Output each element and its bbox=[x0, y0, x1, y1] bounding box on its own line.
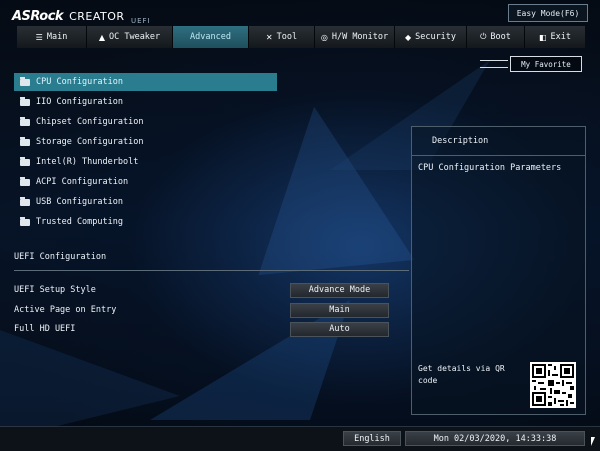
menu-item-usb-configuration[interactable]: USB Configuration bbox=[14, 193, 277, 211]
easy-mode-button[interactable]: Easy Mode(F6) bbox=[508, 4, 588, 22]
favorite-decoration bbox=[480, 60, 508, 68]
setting-label: Full HD UEFI bbox=[14, 324, 76, 334]
my-favorite-button[interactable]: My Favorite bbox=[510, 56, 582, 72]
menu-item-trusted-computing[interactable]: Trusted Computing bbox=[14, 213, 277, 231]
setting-label: Active Page on Entry bbox=[14, 305, 117, 315]
advanced-menu-list: CPU Configuration IIO Configuration Chip… bbox=[14, 73, 277, 233]
tab-exit[interactable]: ◧ Exit bbox=[525, 26, 585, 48]
folder-icon bbox=[20, 116, 30, 126]
full-hd-uefi-select[interactable]: Auto bbox=[290, 321, 389, 337]
tab-oc-tweaker[interactable]: ▲ OC Tweaker bbox=[87, 26, 173, 48]
qr-hint-text: Get details via QR code bbox=[418, 364, 505, 385]
menu-item-chipset-configuration[interactable]: Chipset Configuration bbox=[14, 113, 277, 131]
list-icon: ☰ bbox=[35, 32, 43, 42]
asrock-logo: ASRock bbox=[12, 8, 64, 24]
menu-item-label: ACPI Configuration bbox=[36, 177, 129, 187]
tab-advanced[interactable]: Advanced bbox=[173, 26, 249, 48]
uefi-label: UEFI bbox=[131, 17, 151, 25]
active-page-select[interactable]: Main bbox=[290, 302, 389, 318]
system-datetime: Mon 02/03/2020, 14:33:38 bbox=[405, 431, 585, 446]
setting-label: UEFI Setup Style bbox=[14, 285, 96, 295]
description-panel: Description CPU Configuration Parameters… bbox=[411, 126, 586, 415]
tab-hw-monitor[interactable]: ◎ H/W Monitor bbox=[315, 26, 395, 48]
menu-item-label: CPU Configuration bbox=[36, 77, 123, 87]
tab-label: OC Tweaker bbox=[108, 32, 161, 42]
tab-boot[interactable]: ⏻ Boot bbox=[467, 26, 525, 48]
tab-label: Main bbox=[46, 32, 68, 42]
brand-logo: ASRock CREATOR bbox=[12, 6, 125, 26]
menu-item-label: Storage Configuration bbox=[36, 137, 144, 147]
qr-code-icon bbox=[530, 362, 576, 408]
uefi-configuration-heading: UEFI Configuration bbox=[14, 252, 107, 262]
menu-item-storage-configuration[interactable]: Storage Configuration bbox=[14, 133, 277, 151]
folder-icon bbox=[20, 216, 30, 226]
tab-label: Security bbox=[415, 32, 457, 42]
tab-label: Tool bbox=[276, 32, 298, 42]
my-favorite-widget[interactable]: My Favorite bbox=[480, 54, 585, 74]
description-text: CPU Configuration Parameters bbox=[418, 163, 562, 173]
language-button[interactable]: English bbox=[343, 431, 401, 446]
top-tab-bar: ☰ Main ▲ OC Tweaker Advanced ✕ Tool ◎ H/… bbox=[17, 26, 585, 48]
tab-tool[interactable]: ✕ Tool bbox=[249, 26, 315, 48]
folder-icon bbox=[20, 176, 30, 186]
power-icon: ⏻ bbox=[480, 32, 487, 41]
menu-item-label: Trusted Computing bbox=[36, 217, 123, 227]
exit-icon: ◧ bbox=[538, 32, 547, 42]
tab-label: H/W Monitor bbox=[331, 32, 389, 42]
menu-item-label: IIO Configuration bbox=[36, 97, 123, 107]
setting-full-hd-uefi: Full HD UEFI Auto bbox=[14, 321, 394, 337]
tab-main[interactable]: ☰ Main bbox=[17, 26, 87, 48]
menu-item-acpi-configuration[interactable]: ACPI Configuration bbox=[14, 173, 277, 191]
tab-security[interactable]: ◆ Security bbox=[395, 26, 467, 48]
folder-icon bbox=[20, 156, 30, 166]
monitor-icon: ◎ bbox=[320, 32, 328, 42]
folder-icon bbox=[20, 136, 30, 146]
tab-label: Advanced bbox=[190, 32, 231, 42]
description-title: Description bbox=[412, 127, 585, 156]
setting-uefi-setup-style: UEFI Setup Style Advance Mode bbox=[14, 282, 394, 298]
menu-item-label: Intel(R) Thunderbolt bbox=[36, 157, 139, 167]
tab-label: Exit bbox=[550, 32, 572, 42]
folder-icon bbox=[20, 196, 30, 206]
tools-icon: ✕ bbox=[265, 32, 273, 42]
setting-active-page-on-entry: Active Page on Entry Main bbox=[14, 302, 394, 318]
flame-icon: ▲ bbox=[98, 32, 105, 42]
model-name: CREATOR bbox=[69, 9, 125, 23]
menu-item-cpu-configuration[interactable]: CPU Configuration bbox=[14, 73, 277, 91]
menu-item-label: USB Configuration bbox=[36, 197, 123, 207]
shield-icon: ◆ bbox=[404, 32, 412, 42]
menu-item-iio-configuration[interactable]: IIO Configuration bbox=[14, 93, 277, 111]
uefi-setup-style-select[interactable]: Advance Mode bbox=[290, 282, 389, 298]
menu-item-label: Chipset Configuration bbox=[36, 117, 144, 127]
mouse-cursor-icon bbox=[591, 437, 595, 446]
menu-item-intel-thunderbolt[interactable]: Intel(R) Thunderbolt bbox=[14, 153, 277, 171]
tab-label: Boot bbox=[490, 32, 511, 42]
section-divider bbox=[14, 270, 409, 271]
folder-icon bbox=[20, 96, 30, 106]
folder-icon bbox=[20, 76, 30, 86]
